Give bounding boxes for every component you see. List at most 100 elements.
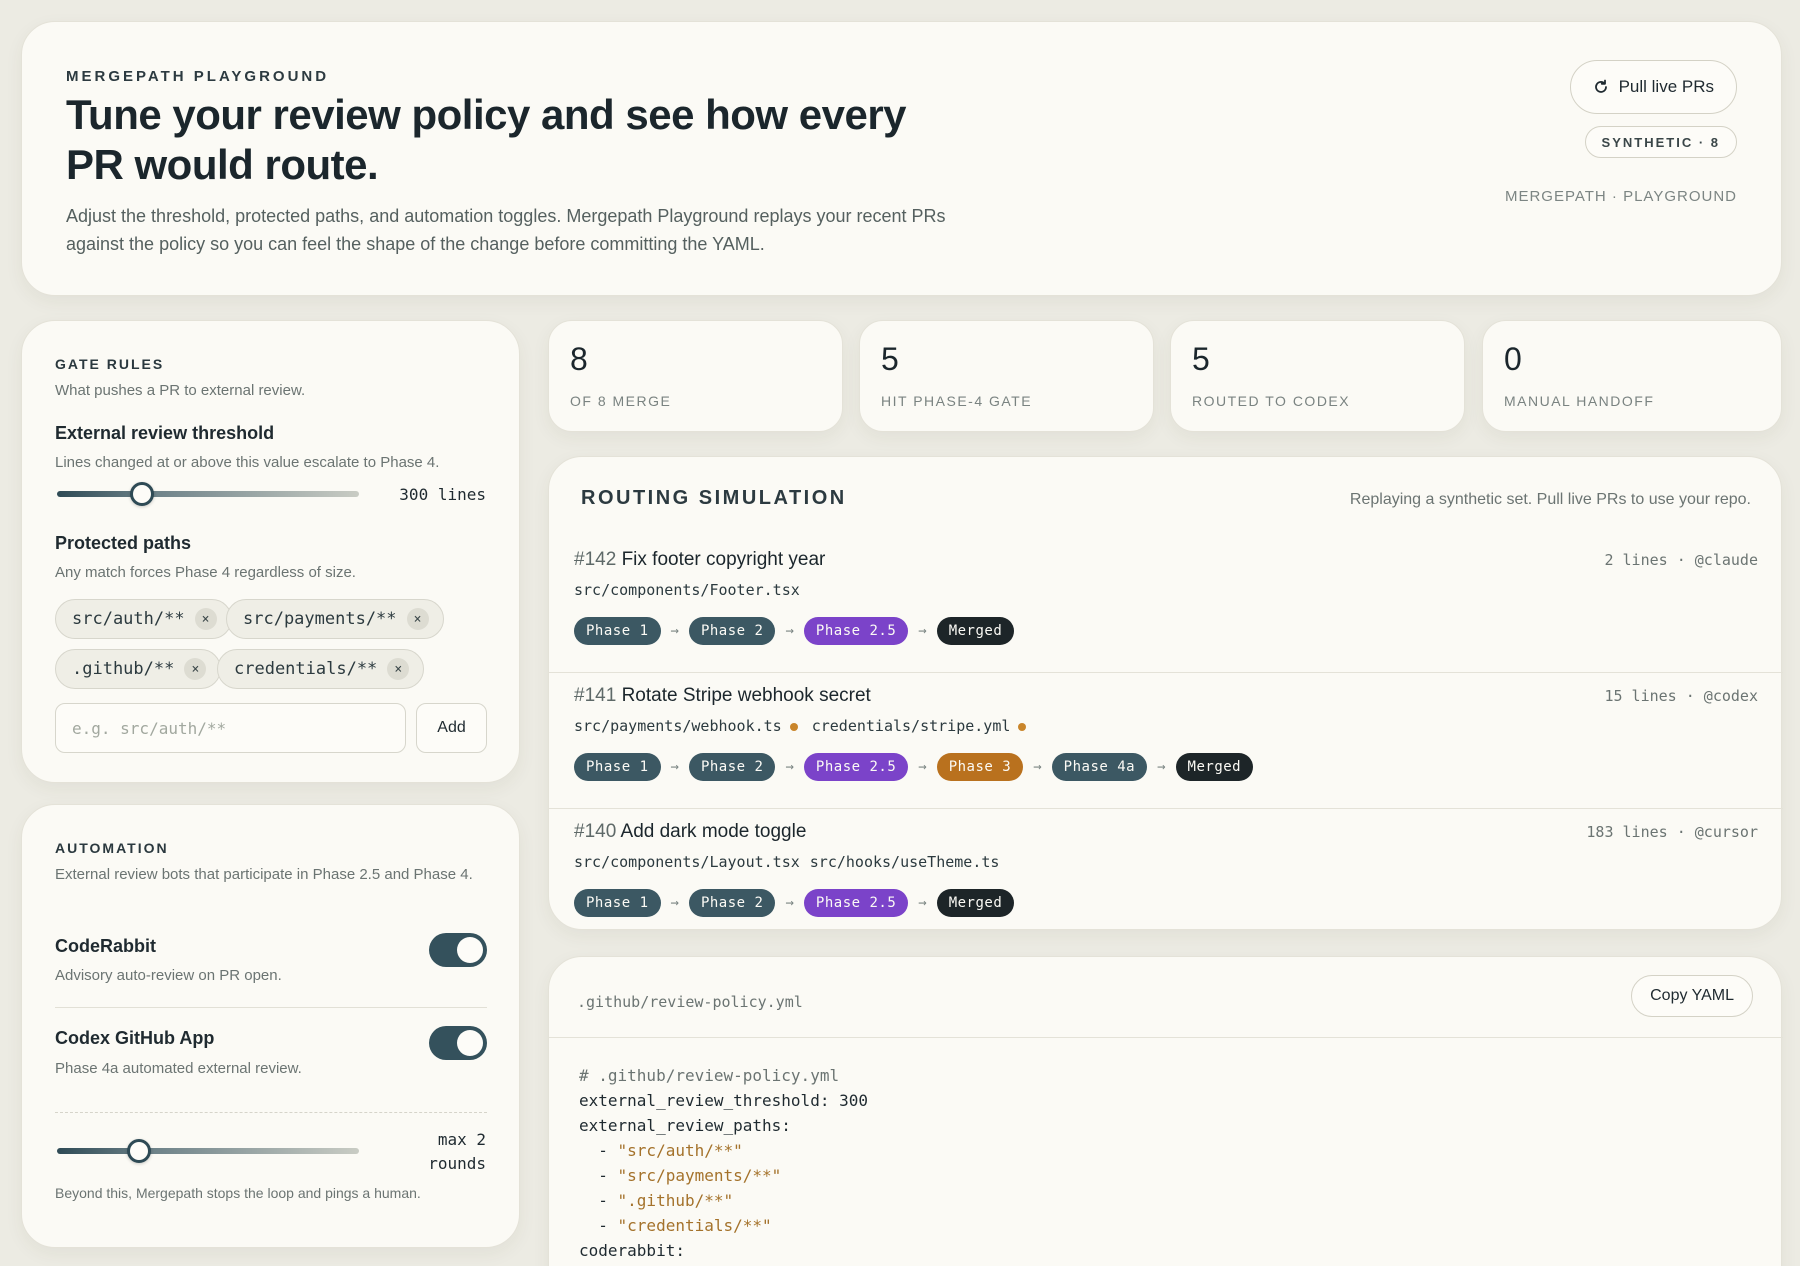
divider <box>549 1037 1783 1038</box>
remove-chip-icon[interactable]: × <box>387 658 410 680</box>
phase-pill: Phase 2.5 <box>803 753 909 781</box>
path-chip: credentials/** × <box>217 649 425 689</box>
pr-file-path: src/payments/webhook.ts <box>574 717 782 735</box>
phase-pill: Phase 2 <box>688 889 776 917</box>
pr-file: src/payments/webhook.ts <box>574 717 798 735</box>
pr-title: #140 Add dark mode toggle <box>574 821 806 843</box>
phase-pill: Phase 2.5 <box>803 889 909 917</box>
protected-paths-label: Protected paths <box>55 533 192 553</box>
divider <box>55 1007 487 1008</box>
phase-path: Phase 1 → Phase 2 → Phase 2.5 → Phase 3 … <box>574 753 1254 781</box>
pr-row[interactable]: #142 Fix footer copyright year 2 lines ·… <box>549 537 1783 673</box>
pr-title: #141 Rotate Stripe webhook secret <box>574 685 871 707</box>
yaml-filename: .github/review-policy.yml <box>577 993 803 1011</box>
protected-paths-help: Any match forces Phase 4 regardless of s… <box>55 564 356 581</box>
pr-number: #142 <box>574 549 617 570</box>
yaml-line: external_review_paths: <box>579 1116 791 1135</box>
threshold-slider[interactable] <box>57 491 359 497</box>
max-rounds-slider[interactable] <box>57 1148 359 1154</box>
pr-row[interactable]: #141 Rotate Stripe webhook secret 15 lin… <box>549 673 1783 809</box>
stat-value: 5 <box>881 341 899 377</box>
toggle-knob <box>457 937 483 963</box>
path-chip: .github/** × <box>55 649 222 689</box>
pr-title-text: Fix footer copyright year <box>621 549 826 570</box>
phase-pill: Phase 2 <box>688 753 776 781</box>
path-chip-label: .github/** <box>72 659 175 679</box>
yaml-line: coderabbit: <box>579 1241 685 1260</box>
phase-pill: Phase 2.5 <box>803 617 909 645</box>
max-rounds-slider-thumb[interactable] <box>126 1139 151 1163</box>
automation-title: AUTOMATION <box>55 840 169 856</box>
phase-path: Phase 1 → Phase 2 → Phase 2.5 → Merged <box>574 617 1015 645</box>
remove-chip-icon[interactable]: × <box>194 608 217 630</box>
arrow-icon: → <box>785 759 794 775</box>
yaml-string: "src/payments/**" <box>617 1166 782 1185</box>
copy-yaml-button[interactable]: Copy YAML <box>1631 975 1753 1017</box>
codex-toggle[interactable] <box>429 1026 487 1060</box>
coderabbit-toggle[interactable] <box>429 933 487 967</box>
pr-title: #142 Fix footer copyright year <box>574 549 825 571</box>
yaml-string: "credentials/**" <box>617 1216 772 1235</box>
routing-title: ROUTING SIMULATION <box>581 487 847 509</box>
max-rounds-value: max 2 rounds <box>428 1128 486 1176</box>
stat-value: 5 <box>1192 341 1210 377</box>
pr-number: #141 <box>574 685 617 706</box>
remove-chip-icon[interactable]: × <box>184 658 207 680</box>
routing-simulation-card: ROUTING SIMULATION Replaying a synthetic… <box>548 456 1783 930</box>
bot-desc-coderabbit: Advisory auto-review on PR open. <box>55 967 282 984</box>
phase-pill: Phase 3 <box>936 753 1024 781</box>
yaml-card: .github/review-policy.yml Copy YAML # .g… <box>548 956 1783 1266</box>
yaml-comment: # .github/review-policy.yml <box>579 1066 840 1085</box>
pr-title-text: Rotate Stripe webhook secret <box>621 685 871 706</box>
yaml-string: "src/auth/**" <box>617 1141 743 1160</box>
yaml-string: ".github/**" <box>617 1191 734 1210</box>
stat-manual-handoff: 0 MANUAL HANDOFF <box>1482 320 1782 432</box>
stat-value: 8 <box>570 341 588 377</box>
page-title: Tune your review policy and see how ever… <box>66 91 907 188</box>
pr-meta: 183 lines · @cursor <box>1586 823 1758 841</box>
pull-live-prs-label: Pull live PRs <box>1618 77 1714 96</box>
phase-pill-merged: Merged <box>1175 753 1254 781</box>
pr-file: credentials/stripe.yml <box>812 717 1027 735</box>
stat-merge: 8 OF 8 MERGE <box>548 320 843 432</box>
bot-desc-codex: Phase 4a automated external review. <box>55 1060 302 1077</box>
path-chip-label: src/payments/** <box>243 609 397 629</box>
pr-files: src/components/Footer.tsx <box>574 581 800 599</box>
gate-rules-card: GATE RULES What pushes a PR to external … <box>21 320 520 783</box>
protected-path-dot-icon <box>789 722 798 731</box>
refresh-icon <box>1594 79 1607 93</box>
remove-chip-icon[interactable]: × <box>406 608 429 630</box>
path-chip-label: credentials/** <box>234 659 378 679</box>
gate-rules-subtitle: What pushes a PR to external review. <box>55 382 306 399</box>
phase-pill-merged: Merged <box>936 617 1015 645</box>
max-rounds-help: Beyond this, Mergepath stops the loop an… <box>55 1185 421 1201</box>
header-card: MERGEPATH PLAYGROUND Tune your review po… <box>21 21 1782 296</box>
phase-pill: Phase 1 <box>574 753 661 781</box>
yaml-line: - ".github/**" <box>579 1191 734 1210</box>
arrow-icon: → <box>918 759 927 775</box>
pr-number: #140 <box>574 821 617 842</box>
threshold-help: Lines changed at or above this value esc… <box>55 454 440 471</box>
protected-path-dot-icon <box>1018 722 1027 731</box>
header-meta: MERGEPATH · PLAYGROUND <box>1504 188 1737 205</box>
protected-path-input[interactable]: e.g. src/auth/** <box>55 703 406 753</box>
threshold-slider-thumb[interactable] <box>129 482 154 506</box>
toggle-knob <box>457 1030 483 1056</box>
synthetic-badge: SYNTHETIC · 8 <box>1584 126 1737 158</box>
yaml-line: - "credentials/**" <box>579 1216 772 1235</box>
yaml-code-block[interactable]: # .github/review-policy.yml external_revi… <box>579 1063 868 1263</box>
pr-title-text: Add dark mode toggle <box>620 821 807 842</box>
pull-live-prs-button[interactable]: Pull live PRs <box>1569 60 1737 114</box>
pr-row[interactable]: #140 Add dark mode toggle 183 lines · @c… <box>549 809 1783 945</box>
arrow-icon: → <box>918 623 927 639</box>
stat-label: MANUAL HANDOFF <box>1504 393 1655 409</box>
arrow-icon: → <box>1157 759 1166 775</box>
yaml-line: # .github/review-policy.yml <box>579 1063 868 1088</box>
arrow-icon: → <box>785 623 794 639</box>
add-path-button[interactable]: Add <box>416 703 487 753</box>
path-chip: src/payments/** × <box>226 599 444 639</box>
phase-pill: Phase 2 <box>688 617 776 645</box>
phase-pill: Phase 1 <box>574 617 661 645</box>
bot-name-coderabbit: CodeRabbit <box>55 936 156 956</box>
pr-file: src/hooks/useTheme.ts <box>809 853 1000 871</box>
